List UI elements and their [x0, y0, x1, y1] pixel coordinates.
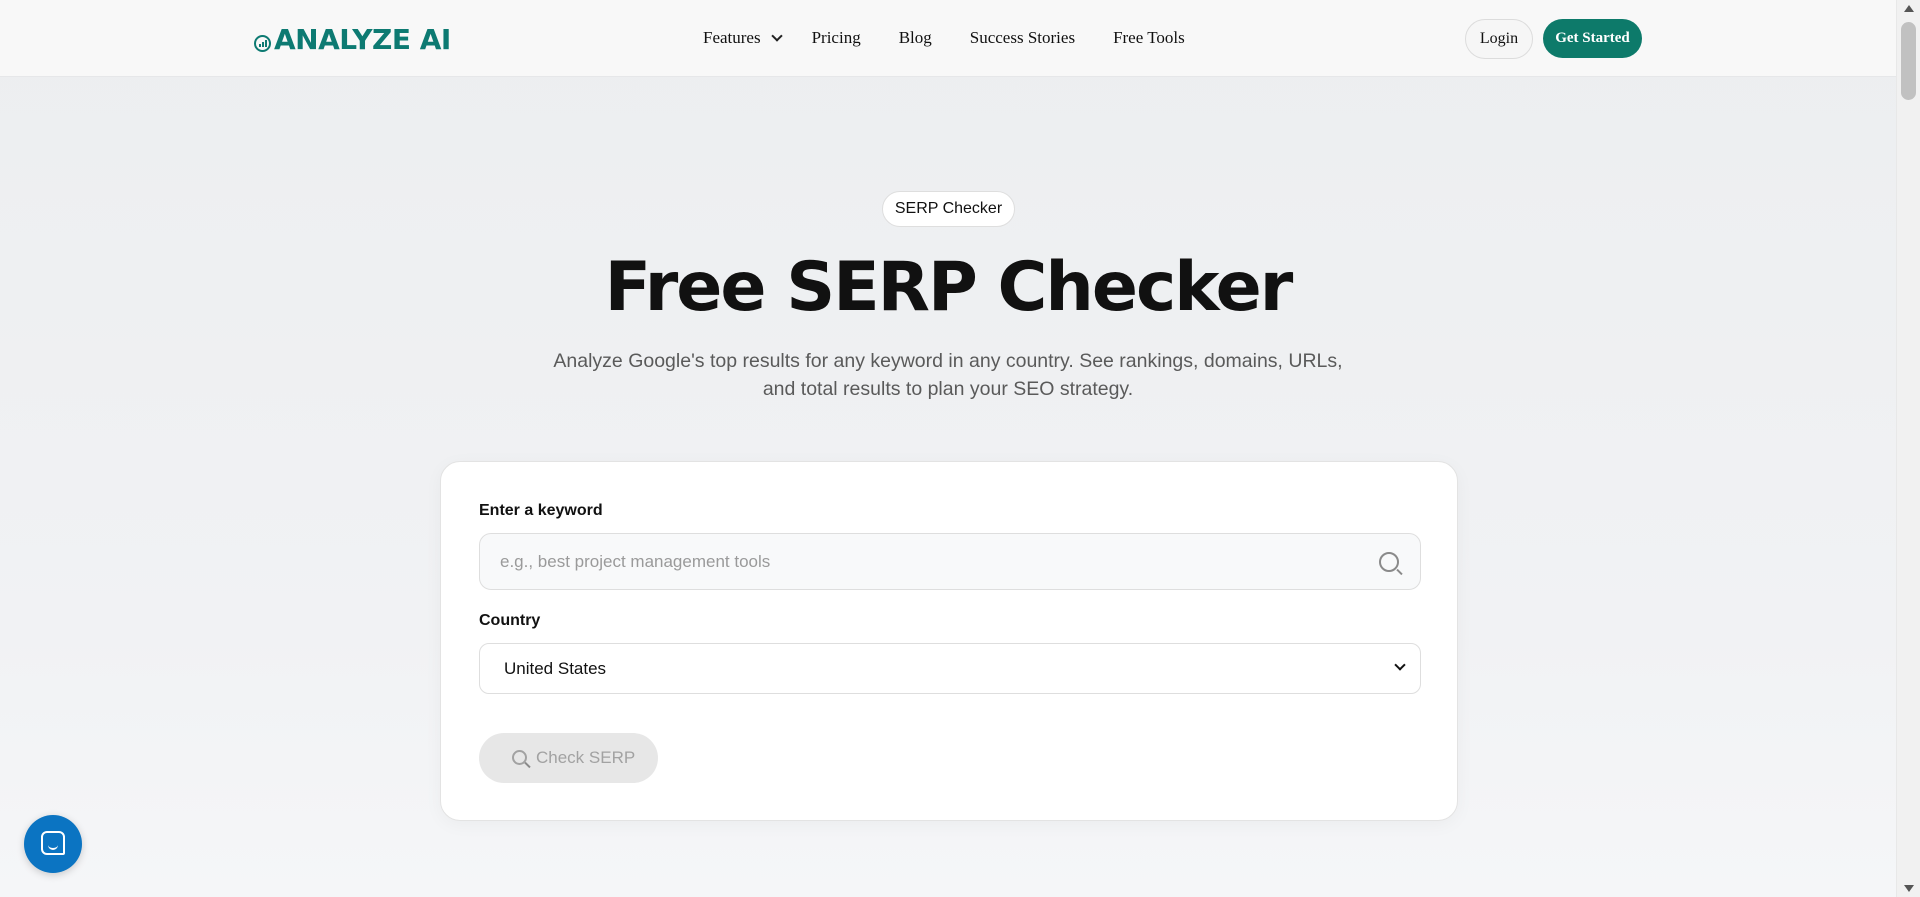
chat-widget-button[interactable]: [24, 815, 82, 873]
page-subtitle: Analyze Google's top results for any key…: [540, 347, 1356, 403]
nav-features-label: Features: [703, 28, 761, 47]
check-serp-label: Check SERP: [536, 748, 636, 767]
page-title: Free SERP Checker: [604, 248, 1294, 327]
scroll-down-icon[interactable]: [1904, 885, 1914, 892]
nav-free-tools-label: Free Tools: [1113, 28, 1185, 47]
nav-features[interactable]: Features: [703, 26, 783, 50]
check-serp-button[interactable]: Check SERP: [479, 733, 658, 783]
logo-text: ANALYZE AI: [274, 22, 451, 56]
scrollbar-thumb[interactable]: [1901, 22, 1916, 100]
main-nav: Features Pricing Blog Success Stories Fr…: [703, 26, 1185, 50]
nav-success-stories-label: Success Stories: [969, 28, 1076, 47]
get-started-button[interactable]: Get Started: [1543, 19, 1642, 58]
country-label: Country: [479, 612, 541, 629]
logo[interactable]: ANALYZE AI: [254, 22, 451, 56]
login-button[interactable]: Login: [1465, 19, 1533, 59]
subtitle-line-1: Analyze Google's top results for any key…: [553, 350, 1343, 372]
logo-icon: [254, 35, 271, 52]
nav-blog[interactable]: Blog: [899, 26, 932, 50]
keyword-label: Enter a keyword: [479, 502, 603, 519]
page: ANALYZE AI Features Pricing Blog Success…: [0, 0, 1896, 897]
site-header: ANALYZE AI Features Pricing Blog Success…: [0, 0, 1896, 77]
subtitle-line-2: and total results to plan your SEO strat…: [762, 378, 1134, 400]
country-select[interactable]: United States: [479, 643, 1421, 694]
tool-badge: SERP Checker: [882, 191, 1015, 227]
page-scrollbar[interactable]: [1896, 0, 1920, 897]
country-selected-value: United States: [504, 658, 607, 678]
chat-icon: [41, 831, 65, 855]
chevron-down-icon: [770, 29, 783, 42]
search-icon: [1379, 552, 1399, 572]
keyword-input[interactable]: [480, 534, 1420, 589]
nav-pricing[interactable]: Pricing: [812, 26, 861, 50]
chevron-down-icon: [1394, 659, 1406, 671]
search-icon: [512, 750, 527, 765]
scroll-up-icon[interactable]: [1904, 5, 1914, 12]
keyword-input-wrapper: [479, 533, 1421, 590]
serp-form-card: Enter a keyword Country United States Ch…: [440, 461, 1458, 821]
nav-blog-label: Blog: [898, 28, 932, 47]
nav-pricing-label: Pricing: [811, 28, 861, 47]
nav-free-tools[interactable]: Free Tools: [1113, 26, 1185, 50]
nav-success-stories[interactable]: Success Stories: [970, 26, 1075, 50]
